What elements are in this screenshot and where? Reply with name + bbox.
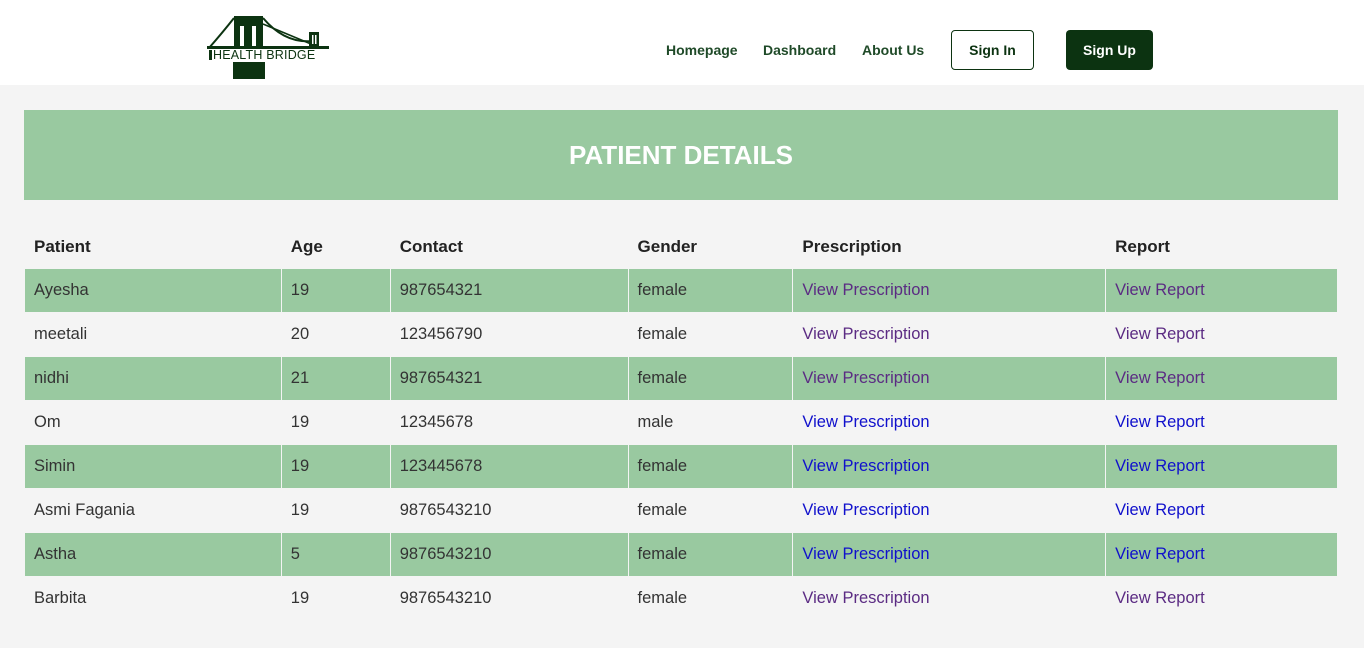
table-row: Ayesha 19 987654321 female View Prescrip… (25, 269, 1337, 312)
bridge-icon (207, 16, 329, 79)
patient-contact: 987654321 (390, 269, 628, 312)
patient-name: Asmi Fagania (34, 501, 135, 519)
patient-contact: 9876543210 (399, 501, 492, 519)
patient-gender: female (637, 501, 688, 519)
patient-name: Simin (25, 445, 281, 488)
patient-contact: 123445678 (390, 445, 628, 488)
patient-contact: 123456790 (399, 325, 483, 343)
table-row: nidhi 21 987654321 female View Prescript… (25, 357, 1337, 400)
patient-age: 19 (290, 589, 310, 607)
patient-gender: female (628, 533, 793, 576)
col-header-contact: Contact (399, 237, 463, 256)
patient-details-table: Patient Age Contact Gender Prescription … (24, 225, 1338, 621)
table-row: Simin 19 123445678 female View Prescript… (25, 445, 1337, 488)
view-report-link[interactable]: View Report (1115, 281, 1205, 299)
nav-homepage-link[interactable]: Homepage (666, 42, 738, 58)
patient-name: meetali (34, 325, 88, 343)
nav-dashboard-link[interactable]: Dashboard (763, 42, 836, 58)
col-header-patient: Patient (34, 237, 91, 256)
table-header-row: Patient Age Contact Gender Prescription … (25, 226, 1337, 268)
page-title-banner: PATIENT DETAILS (24, 110, 1338, 200)
patient-gender: female (637, 589, 688, 607)
table-row: meetali 20 123456790 female View Prescri… (25, 313, 1337, 356)
patient-age: 21 (281, 357, 390, 400)
patient-name: Astha (25, 533, 281, 576)
patient-name: Ayesha (25, 269, 281, 312)
patient-gender: female (628, 357, 793, 400)
patient-gender: female (628, 269, 793, 312)
patient-contact: 12345678 (399, 413, 474, 431)
patient-age: 19 (290, 413, 310, 431)
view-prescription-link[interactable]: View Prescription (802, 325, 929, 343)
sign-up-button[interactable]: Sign Up (1066, 30, 1153, 70)
col-header-gender: Gender (637, 237, 698, 256)
view-prescription-link[interactable]: View Prescription (802, 589, 929, 607)
patient-name: Om (34, 413, 61, 431)
patient-age: 5 (281, 533, 390, 576)
view-report-link[interactable]: View Report (1115, 369, 1205, 387)
patient-contact: 9876543210 (399, 589, 492, 607)
col-header-age: Age (290, 237, 323, 256)
logo-text: HEALTH BRIDGE (213, 48, 316, 62)
view-report-link[interactable]: View Report (1115, 325, 1205, 343)
patient-age: 20 (290, 325, 310, 343)
view-report-link[interactable]: View Report (1115, 589, 1205, 607)
patient-age: 19 (281, 269, 390, 312)
table-row: Om 19 12345678 male View Prescription Vi… (25, 401, 1337, 444)
view-report-link[interactable]: View Report (1115, 413, 1205, 431)
view-report-link[interactable]: View Report (1115, 457, 1205, 475)
view-prescription-link[interactable]: View Prescription (802, 369, 929, 387)
patient-contact: 987654321 (390, 357, 628, 400)
nav-about-link[interactable]: About Us (862, 42, 924, 58)
top-navbar: HEALTH BRIDGE Homepage Dashboard About U… (0, 0, 1364, 85)
view-prescription-link[interactable]: View Prescription (802, 281, 929, 299)
health-bridge-logo[interactable]: HEALTH BRIDGE (207, 14, 329, 80)
patient-age: 19 (290, 501, 310, 519)
patient-contact: 9876543210 (390, 533, 628, 576)
patient-age: 19 (281, 445, 390, 488)
view-prescription-link[interactable]: View Prescription (802, 457, 929, 475)
view-prescription-link[interactable]: View Prescription (802, 545, 929, 563)
patient-gender: male (637, 413, 674, 431)
col-header-prescription: Prescription (802, 237, 902, 256)
view-prescription-link[interactable]: View Prescription (802, 501, 929, 519)
table-row: Asmi Fagania 19 9876543210 female View P… (25, 489, 1337, 532)
view-report-link[interactable]: View Report (1115, 545, 1205, 563)
col-header-report: Report (1115, 237, 1170, 256)
patient-name: Barbita (34, 589, 87, 607)
table-row: Barbita 19 9876543210 female View Prescr… (25, 577, 1337, 620)
patient-gender: female (637, 325, 688, 343)
view-prescription-link[interactable]: View Prescription (802, 413, 929, 431)
patient-gender: female (628, 445, 793, 488)
sign-in-button[interactable]: Sign In (951, 30, 1034, 70)
patient-name: nidhi (25, 357, 281, 400)
page-title: PATIENT DETAILS (569, 139, 793, 170)
table-row: Astha 5 9876543210 female View Prescript… (25, 533, 1337, 576)
view-report-link[interactable]: View Report (1115, 501, 1205, 519)
